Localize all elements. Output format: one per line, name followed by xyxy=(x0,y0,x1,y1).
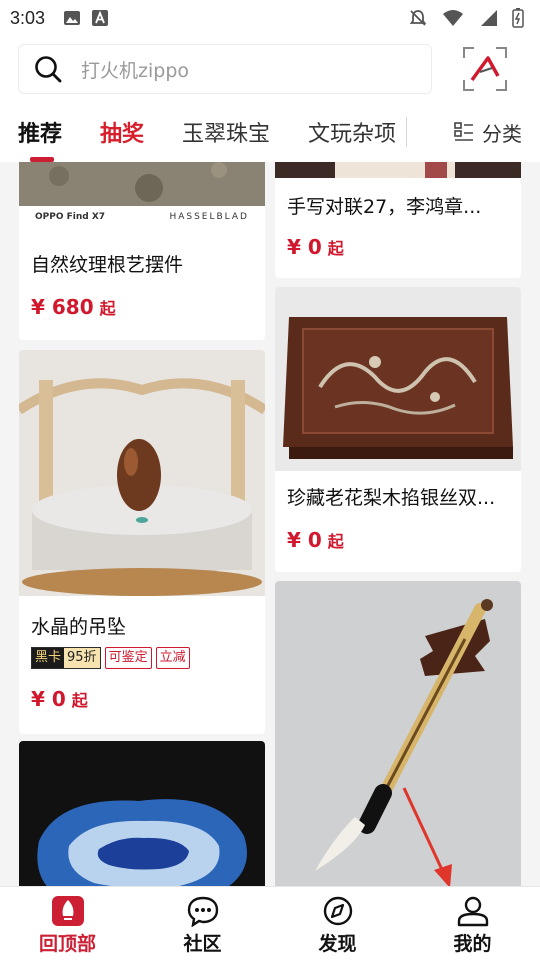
product-title: 手写对联27，李鸿章... xyxy=(287,196,482,218)
product-image-calligraphy-brush xyxy=(275,581,521,886)
product-title: 水晶的吊坠 xyxy=(31,616,127,638)
product-card[interactable] xyxy=(275,581,521,886)
product-image-couplet xyxy=(275,162,521,178)
search-placeholder: 打火机zippo xyxy=(81,59,189,82)
category-label: 分类 xyxy=(482,121,522,146)
product-image-root-carving xyxy=(19,162,265,206)
signal-icon xyxy=(481,10,497,26)
back-to-top-icon xyxy=(51,896,84,926)
scan-button[interactable] xyxy=(462,46,508,92)
bottom-nav: 回顶部 社区 发现 我的 xyxy=(0,886,540,960)
search-icon xyxy=(35,56,62,83)
product-card[interactable]: 手写对联27，李鸿章... ¥ 0 起 xyxy=(275,162,521,278)
black-card-badge: 黑卡 95折 xyxy=(31,647,101,669)
product-tags: 黑卡 95折 可鉴定 立减 xyxy=(19,647,265,669)
profile-icon xyxy=(457,896,488,927)
nav-label: 发现 xyxy=(318,933,357,955)
nav-back-to-top[interactable]: 回顶部 xyxy=(0,887,135,960)
app-notification-icon xyxy=(92,10,109,26)
category-tabs: 推荐 抽奖 玉翠珠宝 文玩杂项 分类 xyxy=(0,102,540,162)
product-price: ¥ 0 起 xyxy=(287,528,344,552)
appraisable-badge: 可鉴定 xyxy=(104,647,152,669)
battery-icon xyxy=(512,8,524,28)
product-image-rosewood-box xyxy=(275,287,521,471)
product-image-crystal-pendant xyxy=(19,350,265,596)
product-title: 自然纹理根艺摆件 xyxy=(31,254,184,276)
product-image-blue-agate xyxy=(19,741,265,886)
product-price: ¥ 680 起 xyxy=(31,295,116,319)
tab-lottery[interactable]: 抽奖 xyxy=(100,102,144,162)
image-notification-icon xyxy=(64,11,81,25)
tab-collectibles[interactable]: 文玩杂项 xyxy=(308,102,396,162)
nav-community[interactable]: 社区 xyxy=(135,887,270,960)
header: 打火机zippo xyxy=(0,36,540,102)
nav-label: 社区 xyxy=(183,933,222,955)
product-card[interactable]: 水晶的吊坠 黑卡 95折 可鉴定 立减 ¥ 0 起 xyxy=(19,350,265,734)
nav-label: 回顶部 xyxy=(38,933,96,955)
discount-badge: 立减 xyxy=(155,647,190,669)
product-feed: OPPO Find X7 HASSELBLAD 自然纹理根艺摆件 ¥ 680 起… xyxy=(0,162,540,886)
photo-watermark: OPPO Find X7 HASSELBLAD xyxy=(35,212,249,222)
compass-icon xyxy=(323,896,352,926)
tab-recommend[interactable]: 推荐 xyxy=(18,102,62,162)
product-card[interactable] xyxy=(19,741,265,886)
wifi-icon xyxy=(443,10,463,26)
mute-icon xyxy=(409,10,427,26)
status-time: 3:03 xyxy=(10,7,46,28)
tab-divider xyxy=(406,117,408,147)
nav-discover[interactable]: 发现 xyxy=(270,887,405,960)
product-title: 珍藏老花梨木掐银丝双... xyxy=(287,487,496,509)
product-card[interactable]: 珍藏老花梨木掐银丝双... ¥ 0 起 xyxy=(275,287,521,572)
chat-icon xyxy=(187,896,218,927)
search-input[interactable]: 打火机zippo xyxy=(18,44,432,94)
nav-profile[interactable]: 我的 xyxy=(405,887,540,960)
nav-label: 我的 xyxy=(453,933,492,955)
category-grid-icon xyxy=(454,122,473,141)
product-card[interactable]: OPPO Find X7 HASSELBLAD 自然纹理根艺摆件 ¥ 680 起 xyxy=(19,162,265,340)
tab-jade-jewelry[interactable]: 玉翠珠宝 xyxy=(182,102,270,162)
product-price: ¥ 0 起 xyxy=(287,235,344,259)
product-price: ¥ 0 起 xyxy=(31,687,88,711)
category-button[interactable]: 分类 xyxy=(446,102,522,162)
status-bar: 3:03 xyxy=(0,0,540,36)
scan-icon xyxy=(463,47,507,91)
